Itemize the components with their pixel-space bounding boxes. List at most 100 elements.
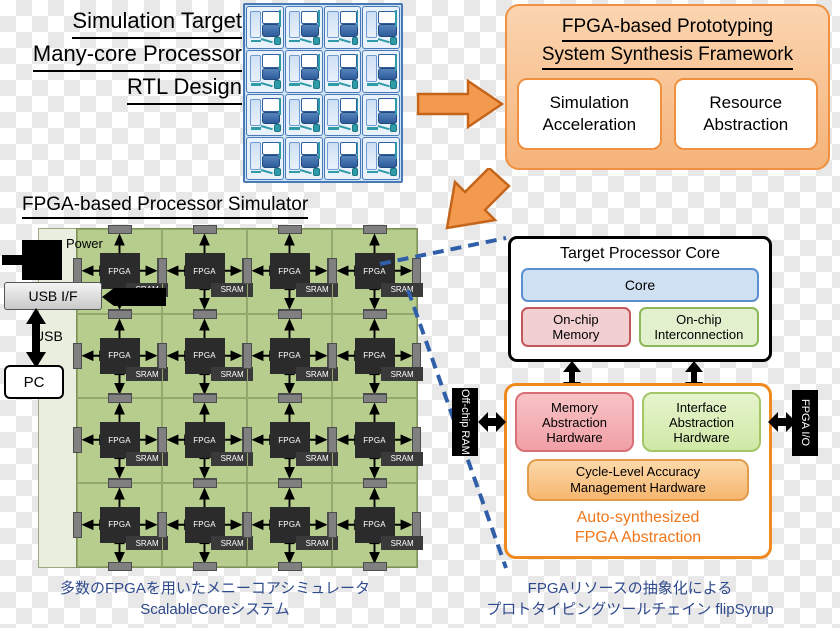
framework-title: FPGA-based Prototyping System Synthesis … bbox=[517, 14, 818, 70]
usb-interface-box[interactable]: USB I/F bbox=[4, 282, 102, 310]
core-wire-diagonal bbox=[299, 38, 312, 44]
pc-box[interactable]: PC bbox=[4, 365, 64, 399]
core-router-node bbox=[390, 80, 398, 89]
tile-connector-left bbox=[158, 511, 167, 538]
core-alu-block bbox=[378, 111, 397, 125]
core-wire-horizontal bbox=[289, 170, 301, 174]
power-block-icon bbox=[22, 240, 62, 280]
core-alu-block bbox=[339, 155, 358, 168]
mem-abs-line-2: Abstraction bbox=[541, 414, 608, 430]
framework-subboxes: Simulation Acceleration Resource Abstrac… bbox=[517, 78, 818, 150]
core-register-file bbox=[249, 98, 262, 126]
fpga-tile[interactable]: FPGASRAM bbox=[243, 478, 339, 571]
interface-abstraction-hardware-block[interactable]: Interface Abstraction Hardware bbox=[642, 392, 761, 452]
tile-connector-left bbox=[73, 427, 82, 454]
fpga-tile[interactable]: FPGASRAM bbox=[73, 478, 169, 571]
simulation-acceleration-box[interactable]: Simulation Acceleration bbox=[517, 78, 662, 150]
core-register-file bbox=[249, 142, 262, 170]
processor-core-tile bbox=[362, 137, 400, 180]
tile-connector-top bbox=[192, 225, 217, 234]
fpga-abstraction-box: Memory Abstraction Hardware Interface Ab… bbox=[504, 383, 772, 559]
cycle-level-accuracy-block[interactable]: Cycle-Level Accuracy Management Hardware bbox=[527, 459, 749, 501]
core-alu-block bbox=[378, 24, 397, 37]
core-wire-vertical bbox=[279, 54, 281, 72]
fpga-tile[interactable]: FPGASRAM bbox=[158, 478, 254, 571]
core-wire-diagonal bbox=[299, 81, 312, 88]
memory-abstraction-hardware-block[interactable]: Memory Abstraction Hardware bbox=[515, 392, 634, 452]
processor-core-tile bbox=[284, 6, 323, 49]
core-router-node bbox=[274, 167, 281, 177]
tile-connector-bottom bbox=[107, 562, 132, 571]
core-cache-block bbox=[262, 98, 280, 112]
core-wire-diagonal bbox=[338, 38, 351, 44]
resource-abstraction-box[interactable]: Resource Abstraction bbox=[673, 78, 818, 150]
core-cache-block bbox=[262, 54, 280, 68]
onchip-memory-block[interactable]: On-chip Memory bbox=[521, 307, 631, 347]
core-wire-vertical bbox=[356, 10, 359, 28]
core-wire-vertical bbox=[395, 97, 398, 115]
res-abs-line-2: Abstraction bbox=[703, 115, 789, 134]
double-arrow-ram-icon bbox=[478, 412, 506, 432]
processor-core-tile bbox=[323, 6, 362, 49]
simulation-target-title: Simulation Target Many-core Processor RT… bbox=[6, 6, 242, 105]
core-register-file bbox=[249, 54, 262, 83]
core-register-file bbox=[327, 98, 339, 126]
core-wire-diagonal bbox=[261, 125, 274, 131]
core-wire-horizontal bbox=[366, 127, 378, 130]
onchip-interconnection-block[interactable]: On-chip Interconnection bbox=[638, 307, 759, 347]
core-wire-diagonal bbox=[338, 125, 351, 131]
title-line-3: RTL Design bbox=[127, 72, 242, 105]
framework-box: FPGA-based Prototyping System Synthesis … bbox=[505, 4, 830, 170]
core-router-node bbox=[274, 124, 281, 133]
title-line-2: Many-core Processor bbox=[32, 39, 242, 72]
tile-connector-top bbox=[277, 309, 302, 319]
tile-connector-left bbox=[158, 258, 167, 285]
tile-connector-left bbox=[328, 427, 337, 454]
caption-right: FPGAリソースの抽象化による プロトタイピングツールチェイン flipSyru… bbox=[430, 578, 830, 620]
if-abs-line-1: Interface bbox=[676, 399, 727, 415]
core-router-node bbox=[312, 124, 320, 133]
double-arrow-io-icon bbox=[768, 412, 796, 432]
fpga-tile[interactable]: FPGASRAM bbox=[158, 394, 254, 487]
abstraction-hw-row: Memory Abstraction Hardware Interface Ab… bbox=[515, 392, 761, 452]
fpga-tile[interactable]: FPGASRAM bbox=[158, 225, 254, 318]
fpga-tile[interactable]: FPGASRAM bbox=[158, 309, 254, 402]
core-cache-block bbox=[339, 54, 358, 68]
many-core-processor-die bbox=[243, 3, 403, 183]
core-wire-diagonal bbox=[299, 125, 312, 131]
fpga-tile[interactable]: FPGASRAM bbox=[73, 309, 169, 402]
fpga-tile[interactable]: FPGASRAM bbox=[243, 394, 339, 487]
tile-connector-left bbox=[243, 511, 252, 538]
simulator-title-text: FPGA-based Processor Simulator bbox=[22, 194, 309, 219]
fpga-tile[interactable]: FPGASRAM bbox=[243, 309, 339, 402]
processor-core-tile bbox=[323, 93, 362, 137]
sim-accel-line-2: Acceleration bbox=[542, 115, 637, 134]
fpga-tile[interactable]: FPGASRAM bbox=[243, 225, 339, 318]
processor-core-tile bbox=[323, 49, 362, 93]
onchip-mem-line-2: Memory bbox=[552, 327, 600, 342]
core-cache-block bbox=[339, 98, 358, 112]
core-register-file bbox=[288, 142, 300, 170]
core-wire-diagonal bbox=[338, 81, 351, 88]
core-alu-block bbox=[339, 24, 358, 37]
core-alu-block bbox=[262, 67, 281, 81]
core-alu-block bbox=[262, 155, 281, 168]
core-cache-block bbox=[378, 10, 396, 25]
core-block[interactable]: Core bbox=[521, 268, 759, 302]
core-router-node bbox=[312, 36, 320, 45]
core-wire-diagonal bbox=[377, 125, 390, 131]
framework-title-line-1: FPGA-based Prototyping bbox=[561, 14, 774, 42]
core-cache-block bbox=[339, 10, 358, 25]
core-router-node bbox=[351, 80, 359, 89]
core-wire-diagonal bbox=[261, 169, 274, 175]
core-wire-vertical bbox=[279, 97, 281, 115]
cycle-line-1: Cycle-Level Accuracy bbox=[575, 464, 701, 479]
auto-synth-line-2: FPGA Abstraction bbox=[574, 529, 702, 546]
core-wire-diagonal bbox=[377, 169, 390, 175]
core-cache-block bbox=[378, 141, 396, 156]
auto-synthesized-footer: Auto-synthesized FPGA Abstraction bbox=[515, 508, 761, 548]
onchip-int-line-2: Interconnection bbox=[654, 327, 744, 342]
fpga-tile[interactable]: FPGASRAM bbox=[73, 394, 169, 487]
core-register-file bbox=[327, 54, 339, 83]
core-wire-diagonal bbox=[377, 38, 390, 44]
